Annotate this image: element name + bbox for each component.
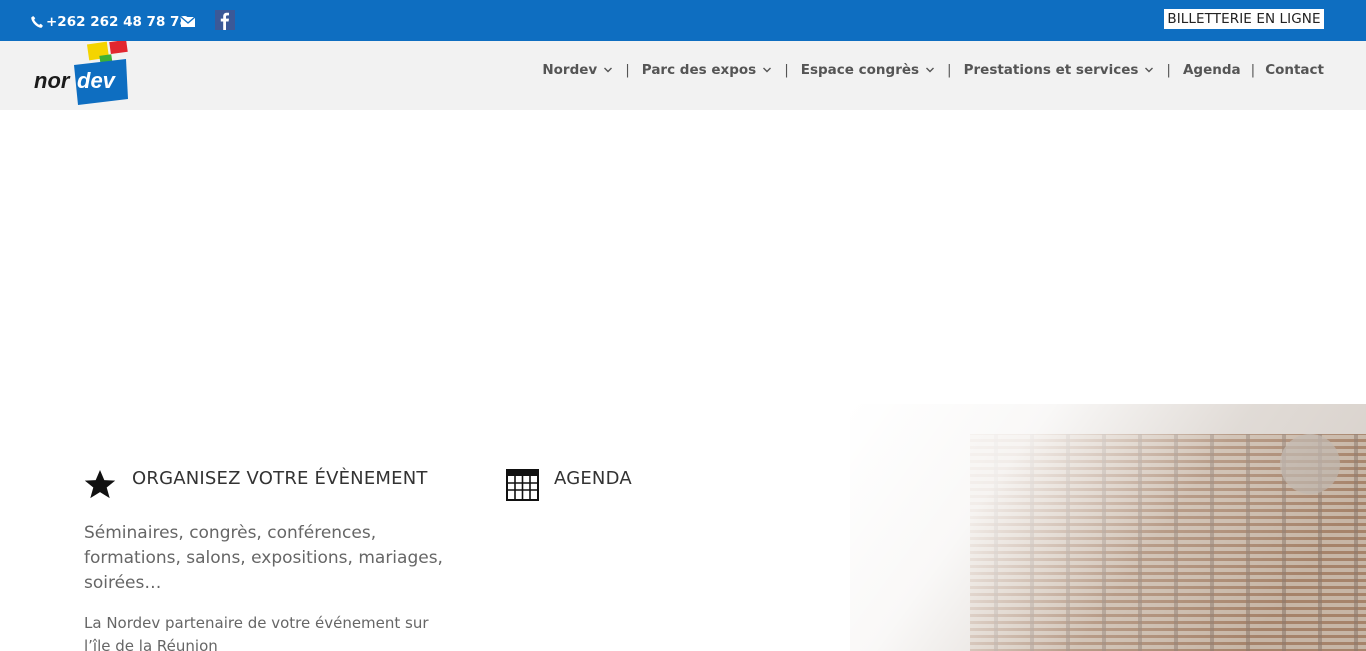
main-header: nor dev Nordev | Parc des expos | Espace…	[0, 41, 1366, 110]
main-nav: Nordev | Parc des expos | Espace congrès…	[542, 62, 1324, 78]
nav-item-label: Nordev	[542, 62, 598, 78]
nav-item-espace-congres[interactable]: Espace congrès	[801, 62, 935, 78]
chevron-down-icon	[1145, 67, 1154, 73]
facebook-icon[interactable]	[215, 10, 235, 30]
chevron-down-icon	[763, 67, 772, 73]
chevron-down-icon	[926, 67, 935, 73]
nav-item-agenda[interactable]: Agenda	[1183, 62, 1241, 78]
nav-separator: |	[947, 62, 952, 78]
svg-text:nor: nor	[34, 68, 71, 93]
ticketing-button[interactable]: BILLETTERIE EN LIGNE	[1164, 9, 1324, 29]
phone-number: +262 262 48 78 78	[46, 14, 189, 30]
svg-text:dev: dev	[77, 68, 117, 93]
organise-title[interactable]: ORGANISEZ VOTRE ÉVÈNEMENT	[132, 468, 428, 489]
mail-icon[interactable]	[181, 17, 195, 27]
calendar-grid-icon	[506, 469, 539, 501]
chevron-down-icon	[604, 67, 613, 73]
agenda-title[interactable]: AGENDA	[554, 468, 632, 489]
organise-lead: Séminaires, congrès, conférences, format…	[84, 523, 443, 593]
nav-separator: |	[1166, 62, 1171, 78]
nav-separator: |	[784, 62, 789, 78]
nav-separator: |	[625, 62, 630, 78]
nav-item-parc-des-expos[interactable]: Parc des expos	[642, 62, 772, 78]
nav-item-label: Parc des expos	[641, 62, 757, 78]
nav-item-prestations[interactable]: Prestations et services	[964, 62, 1155, 78]
nordev-logo[interactable]: nor dev	[34, 41, 130, 107]
nav-item-label: Contact	[1265, 62, 1324, 78]
background-photo	[850, 404, 1366, 651]
nav-item-label: Prestations et services	[963, 62, 1139, 78]
nav-item-label: Agenda	[1182, 62, 1241, 78]
organise-body: La Nordev partenaire de votre événement …	[84, 614, 429, 651]
phone-icon	[31, 16, 43, 28]
star-icon	[84, 470, 116, 499]
nav-item-contact[interactable]: Contact	[1265, 62, 1324, 78]
nav-separator: |	[1250, 62, 1256, 78]
nav-item-label: Espace congrès	[800, 62, 920, 78]
nav-item-nordev[interactable]: Nordev	[542, 62, 613, 78]
top-bar: +262 262 48 78 78 BILLETTERIE EN LIGNE	[0, 0, 1366, 41]
phone-link[interactable]: +262 262 48 78 78	[30, 14, 189, 30]
